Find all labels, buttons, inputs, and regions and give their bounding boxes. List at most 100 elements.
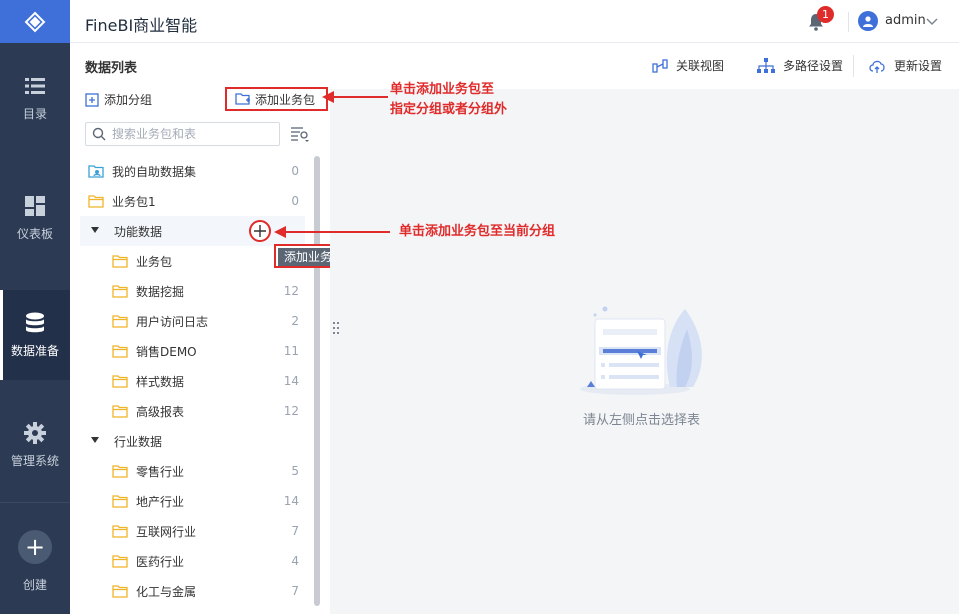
tree-item[interactable]: 医药行业 4 [80,546,305,576]
relation-icon [652,58,668,73]
tree-item-name: 高级报表 [136,404,185,419]
nav-item-catalog[interactable]: 目录 [0,53,70,143]
add-to-group-button[interactable] [249,220,271,242]
panel-resize-handle[interactable] [333,322,339,334]
tree-item[interactable]: 用户访问日志 2 [80,306,305,336]
caret-down-icon[interactable] [91,227,99,233]
tree-item-count: 12 [283,284,299,298]
multipath-button[interactable]: 多路径设置 [757,57,843,74]
search-icon [92,127,106,141]
tree-item[interactable]: 我的自助数据集 0 [80,156,305,186]
list-icon [24,75,46,97]
empty-state-text: 请从左侧点击选择表 [583,413,701,428]
nav-item-admin[interactable]: 管理系统 [0,400,70,490]
create-label: 创建 [22,578,47,592]
folder-icon [112,405,128,418]
chevron-down-icon[interactable] [926,15,938,27]
add-group-icon [85,92,99,107]
annotation-arrow-1 [322,91,388,103]
annotation-add-package: 单击添加业务包至 指定分组或者分组外 [390,80,507,120]
folder-icon [112,555,128,568]
cloud-update-icon [869,60,885,73]
data-list-panel: 数据列表 添加分组 添加业务包 我的自助数据集 0 业务包1 0 功能数据业务包数据挖掘… [70,43,330,614]
tree-item-name: 销售DEMO [136,344,197,359]
tree-item-name: 业务包1 [112,194,156,209]
plus-icon: + [18,530,52,564]
database-icon [24,312,46,334]
tree-item-name: 业务包 [136,254,173,269]
search-input[interactable] [112,127,272,141]
folder-icon [112,585,128,598]
gear-icon [24,421,46,444]
tree-item[interactable]: 地产行业 14 [80,486,305,516]
tree-item-name: 用户访问日志 [136,314,209,329]
caret-down-icon[interactable] [91,437,99,443]
nav-label: 数据准备 [10,343,59,358]
tree-item-count: 11 [283,344,299,358]
notification-badge: 1 [817,6,834,23]
tree-item-count: 14 [283,374,299,388]
empty-state-illustration [580,306,702,395]
tree-item[interactable]: 零售行业 5 [80,456,305,486]
nav-item-dashboard[interactable]: 仪表板 [0,173,70,263]
tree-item[interactable]: 数据挖掘 12 [80,276,305,306]
tree-item[interactable]: 业务包1 0 [80,186,305,216]
tree-item[interactable]: 互联网行业 7 [80,516,305,546]
create-button[interactable]: + 创建 [0,530,70,610]
nav-divider [0,502,70,503]
logo-icon [24,11,46,32]
main-area: 关联视图 多路径设置 更新设置 请从左侧点击选择表 [330,43,959,614]
annotation-arrow-2 [274,226,390,238]
nav-label: 目录 [22,106,47,121]
tree-item[interactable]: 化工与金属 7 [80,576,305,606]
folder-icon [112,255,128,268]
tree-item-count: 5 [291,464,299,478]
header-divider [848,12,849,32]
tree-item-name: 互联网行业 [136,524,197,539]
tree-item-name: 我的自助数据集 [112,164,197,179]
tree-item-name: 医药行业 [136,554,185,569]
hierarchy-icon [757,57,775,73]
tree-item-count: 0 [291,164,299,178]
relation-view-label: 关联视图 [676,59,725,73]
folder-icon [112,525,128,538]
tree-item-name: 数据挖掘 [136,284,185,299]
tree-item-name: 零售行业 [136,464,185,479]
tree-item[interactable]: 业务包 [80,246,305,276]
search-box [85,122,280,146]
tree-item[interactable]: 样式数据 14 [80,366,305,396]
tree-item[interactable]: 销售DEMO 11 [80,336,305,366]
tree-item-count: 12 [283,404,299,418]
panel-title: 数据列表 [85,61,138,76]
tree-item[interactable]: 高级报表 12 [80,396,305,426]
avatar[interactable] [858,11,878,31]
nav-item-data-prep[interactable]: 数据准备 [0,290,70,380]
tree-group[interactable]: 行业数据 [80,426,305,456]
top-bar: FineBI商业智能 1 admin [70,0,959,43]
tree-item-count: 4 [291,554,299,568]
add-group-button[interactable]: 添加分组 [85,91,152,108]
app-title: FineBI商业智能 [85,16,198,35]
folder-icon [112,345,128,358]
app-logo[interactable] [0,0,70,43]
nav-label: 管理系统 [10,453,59,468]
filter-sort-icon[interactable] [290,126,310,142]
add-folder-icon [235,93,250,105]
folder-icon [112,315,128,328]
folder-icon [112,285,128,298]
plus-icon [254,225,266,237]
tree-item-count: 2 [291,314,299,328]
add-package-button[interactable]: 添加业务包 [225,87,328,111]
tree-item-count: 7 [291,524,299,538]
username[interactable]: admin [885,13,926,28]
nav-label: 仪表板 [16,226,53,241]
tree-item-name: 化工与金属 [136,584,197,599]
update-settings-button[interactable]: 更新设置 [868,57,942,74]
folder-icon [112,375,128,388]
tree-item-name: 样式数据 [136,374,185,389]
user-icon [863,16,873,27]
folder-icon [112,465,128,478]
left-nav: 目录 仪表板 数据准备 管理系统 + 创建 [0,0,70,614]
relation-view-button[interactable]: 关联视图 [652,57,724,74]
tree-item-count: 0 [291,194,299,208]
